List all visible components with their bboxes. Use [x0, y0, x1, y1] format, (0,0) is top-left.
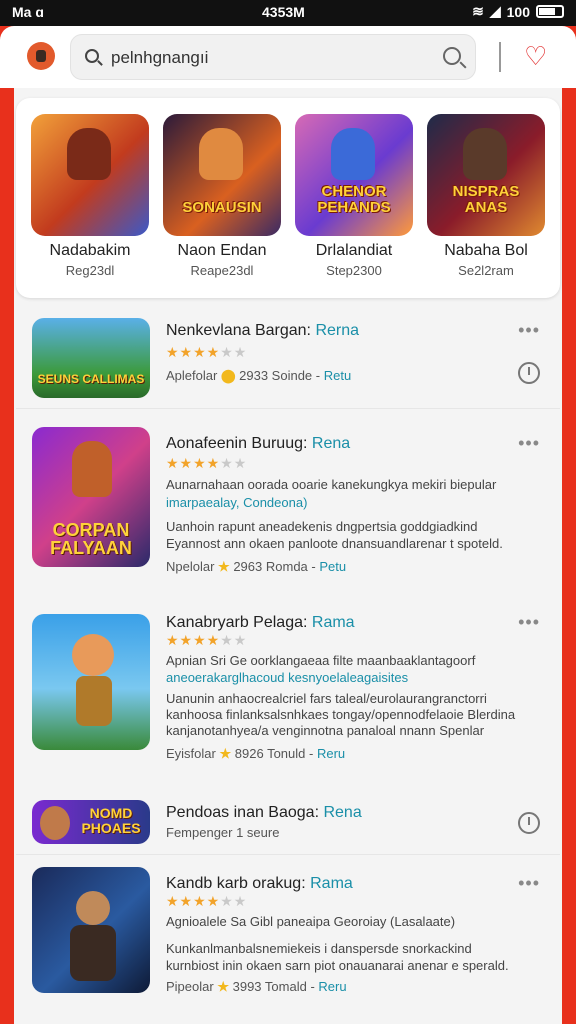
featured-item[interactable]: NISPRAS ANAS Nabaha Bol Se2l2ram [426, 114, 546, 278]
featured-name: Naon Endan [177, 242, 267, 259]
featured-artwork: CHENOR PEHANDS [295, 114, 413, 236]
featured-item[interactable]: Nadabakim Reg23dl [30, 114, 150, 278]
more-options-icon[interactable]: ••• [518, 433, 540, 454]
featured-name: Nabaha Bol [444, 242, 528, 259]
heart-icon[interactable]: ♡ [524, 42, 547, 70]
featured-sub: Se2l2ram [458, 263, 514, 278]
featured-artwork: SONAUSIN [163, 114, 281, 236]
list-item[interactable]: Kandb karb orakug: Rama ★★★★★★ Agnioalel… [16, 855, 560, 1017]
rating-stars: ★★★★★★ [166, 455, 248, 471]
top-bar: pelnhgnangıi ♡ [0, 26, 576, 88]
search-input[interactable]: pelnhgnangıi [70, 34, 476, 80]
app-thumbnail: CORPAN FALYAAN [32, 427, 150, 567]
status-icons: ≋ ◢ 100 [472, 3, 564, 20]
list-item[interactable]: Kanabryarb Pelaga: Rama ★★★★★★ Apnian Sr… [16, 600, 560, 776]
app-thumbnail [32, 867, 150, 993]
app-title: Kanabryarb Pelaga: Rama [166, 614, 355, 631]
more-options-icon[interactable]: ••• [518, 320, 540, 341]
app-description: Aunarnahaan oorada ooarie kanekungkya me… [166, 477, 497, 492]
rating-stars: ★★★★★★ [166, 632, 248, 648]
app-description: Apnian Sri Ge oorklangaeaa filte maanbaa… [166, 653, 476, 668]
featured-name: Drlalandiat [315, 242, 393, 259]
list-item[interactable]: CORPAN FALYAAN Aonafeenin Buruug: Rena ★… [16, 409, 560, 589]
featured-sub: Reg23dl [65, 263, 115, 278]
app-description: Agnioalele Sa Gibl paneaipa Georoiay (La… [166, 914, 456, 929]
app-description: Kunkanlmanbalsnemiekeis i danspersde sno… [166, 941, 472, 956]
featured-item[interactable]: SONAUSIN Naon Endan Reape23dl [162, 114, 282, 278]
app-description: kanjanotanhyea/a venginnotna panaloal nn… [166, 723, 485, 738]
app-meta: Pipeolar ★ 3993 Tomald - Reru [166, 979, 347, 994]
list-item[interactable]: NOMD PHOAES Pendoas inan Baoga: Rena Fem… [16, 790, 560, 854]
app-description-link[interactable]: aneoerakarglhacoud kesnyoelaleagaisites [166, 669, 546, 686]
divider [499, 42, 501, 72]
status-left-text: Ma ɑ [12, 4, 44, 20]
featured-item[interactable]: CHENOR PEHANDS Drlalandiat Step2300 [294, 114, 414, 278]
search-icon [85, 49, 99, 63]
list-item[interactable]: SEUNS CALLIMAS Nenkevlana Bargan: Rerna … [16, 308, 560, 408]
app-meta: Fempenger 1 seure [166, 825, 280, 840]
app-description: kurnbiost inin okaen sarn piot onauanara… [166, 958, 509, 973]
app-meta: Aplefolar ⬤ 2933 Soinde - Retu [166, 368, 352, 383]
featured-artwork: NISPRAS ANAS [427, 114, 545, 236]
status-bar: Ma ɑ 4353M ≋ ◢ 100 [0, 0, 576, 26]
rating-stars: ★★★★★★ [166, 893, 248, 909]
app-meta: Eyisfolar ★ 8926 Tonuld - Reru [166, 746, 346, 761]
clock-icon[interactable] [518, 812, 540, 834]
wifi-icon: ≋ [472, 3, 484, 19]
app-title: Aonafeenin Buruug: Rena [166, 435, 351, 452]
featured-sub: Reape23dl [190, 263, 254, 278]
clock-icon[interactable] [518, 362, 540, 384]
status-time: 4353M [262, 4, 305, 20]
signal-icon: ◢ [489, 3, 501, 19]
app-title: Nenkevlana Bargan: Rerna [166, 322, 360, 339]
app-description: Uanhoin rapunt aneadekenis dngpertsia go… [166, 519, 478, 534]
app-thumbnail: SEUNS CALLIMAS [32, 318, 150, 398]
rating-stars: ★★★★★★ [166, 344, 248, 360]
app-title: Pendoas inan Baoga: Rena [166, 804, 362, 821]
featured-carousel: Nadabakim Reg23dl SONAUSIN Naon Endan Re… [16, 98, 560, 298]
app-thumbnail [32, 614, 150, 750]
featured-artwork [31, 114, 149, 236]
more-options-icon[interactable]: ••• [518, 873, 540, 894]
content-sheet: Nadabakim Reg23dl SONAUSIN Naon Endan Re… [14, 88, 562, 1024]
app-thumbnail: NOMD PHOAES [32, 800, 150, 844]
battery-icon [536, 5, 564, 18]
search-submit-icon[interactable] [443, 47, 461, 65]
more-options-icon[interactable]: ••• [518, 612, 540, 633]
app-description: kanhoosa finlanksalsnhkaes tongay/openno… [166, 707, 516, 722]
app-description: Eyannost ann okaen panloote dnansuandlar… [166, 536, 503, 551]
app-title: Kandb karb orakug: Rama [166, 875, 353, 892]
battery-level: 100 [506, 3, 530, 20]
app-meta: Npelolar ★ 2963 Romda - Petu [166, 559, 347, 574]
featured-name: Nadabakim [49, 242, 131, 259]
featured-sub: Step2300 [326, 263, 382, 278]
app-description: Uanunin anhaocrealcriel fars taleal/euro… [166, 691, 487, 706]
search-query: pelnhgnangıi [111, 48, 209, 67]
app-description-link[interactable]: imarpaealay, Condeona) [166, 494, 546, 511]
avatar[interactable] [27, 42, 55, 70]
